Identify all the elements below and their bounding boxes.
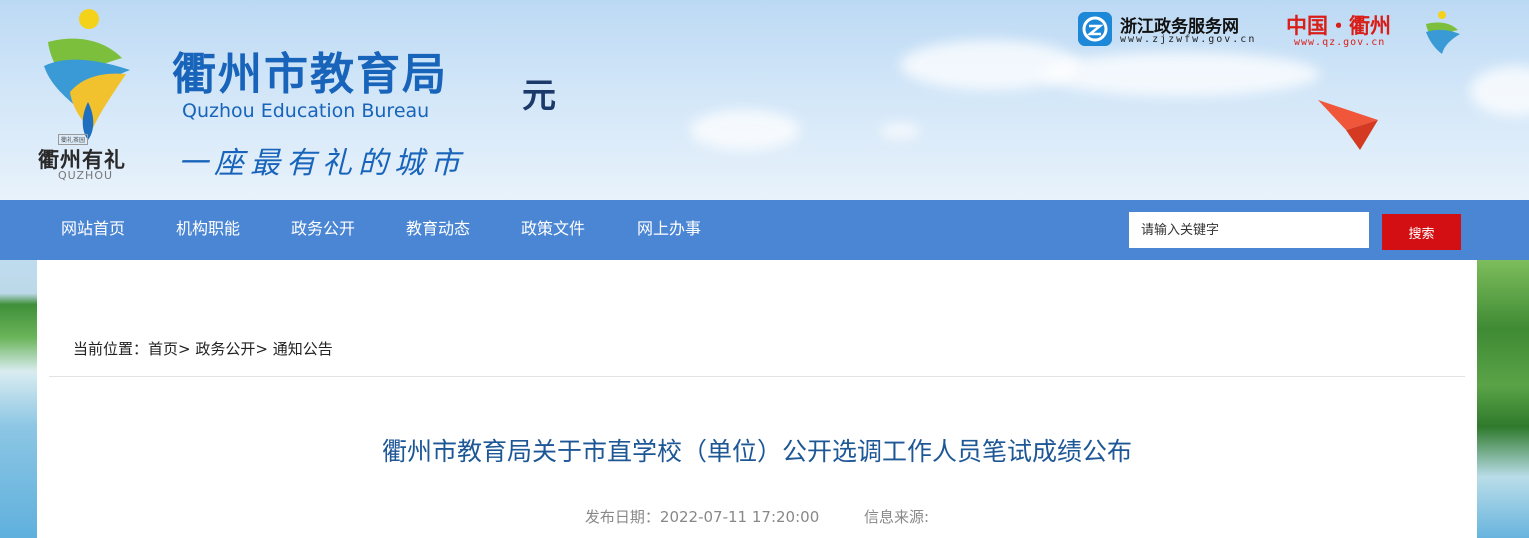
site-title-en: Quzhou Education Bureau <box>182 100 430 122</box>
content-panel: 当前位置：首页> 政务公开> 通知公告 衢州市教育局关于市直学校（单位）公开选调… <box>37 260 1477 538</box>
search-input[interactable] <box>1129 212 1369 248</box>
breadcrumb-home-link[interactable]: 首页 <box>148 340 178 358</box>
main-nav: 网站首页 机构职能 政务公开 教育动态 政策文件 网上办事 搜索 <box>0 200 1529 260</box>
zjzwfw-logo-icon <box>1078 12 1112 46</box>
article-title: 衢州市教育局关于市直学校（单位）公开选调工作人员笔试成绩公布 <box>381 437 1132 466</box>
zjzwfw-url: www.zjzwfw.gov.cn <box>1120 34 1257 45</box>
nav-item-functions[interactable]: 机构职能 <box>176 200 240 260</box>
small-emblem-icon <box>1426 11 1460 54</box>
divider <box>49 376 1465 377</box>
emblem-en-label: QUZHOU <box>58 169 114 182</box>
nav-item-online-service[interactable]: 网上办事 <box>637 200 701 260</box>
paper-plane-icon <box>1318 100 1378 150</box>
breadcrumb-separator: > <box>255 340 268 358</box>
scenery-left <box>0 260 37 538</box>
qz-gov-name: 中国・衢州 <box>1286 14 1391 38</box>
cloud <box>880 124 920 138</box>
nav-item-home[interactable]: 网站首页 <box>61 200 125 260</box>
nav-item-open-gov[interactable]: 政务公开 <box>291 200 355 260</box>
info-source: 信息来源: <box>864 508 930 526</box>
cloud <box>690 110 800 150</box>
qz-gov-url: www.qz.gov.cn <box>1294 37 1386 48</box>
cloud <box>1040 52 1320 96</box>
nav-item-policy[interactable]: 政策文件 <box>521 200 585 260</box>
cloud <box>1470 66 1529 116</box>
breadcrumb-prefix: 当前位置： <box>73 340 149 358</box>
publish-date: 发布日期：2022-07-11 17:20:00 <box>584 508 820 526</box>
site-title: 衢州市教育局 <box>172 49 448 100</box>
stamp-glyph: 元 <box>522 76 556 116</box>
breadcrumb-separator: > <box>178 340 191 358</box>
scenery-right <box>1477 260 1529 538</box>
breadcrumb-open-gov-link[interactable]: 政务公开 <box>195 340 255 358</box>
header-banner: 衢礼茶园 衢州有礼 QUZHOU 衢州市教育局 Quzhou Education… <box>0 0 1529 200</box>
breadcrumb-notice-link[interactable]: 通知公告 <box>273 340 333 358</box>
nav-item-edu-news[interactable]: 教育动态 <box>406 200 470 260</box>
breadcrumb: 当前位置：首页> 政务公开> 通知公告 <box>73 338 333 359</box>
search-button[interactable]: 搜索 <box>1382 214 1461 250</box>
slogan: 一座最有礼的城市 <box>178 146 466 181</box>
article-meta: 发布日期：2022-07-11 17:20:00 信息来源: <box>37 506 1477 527</box>
